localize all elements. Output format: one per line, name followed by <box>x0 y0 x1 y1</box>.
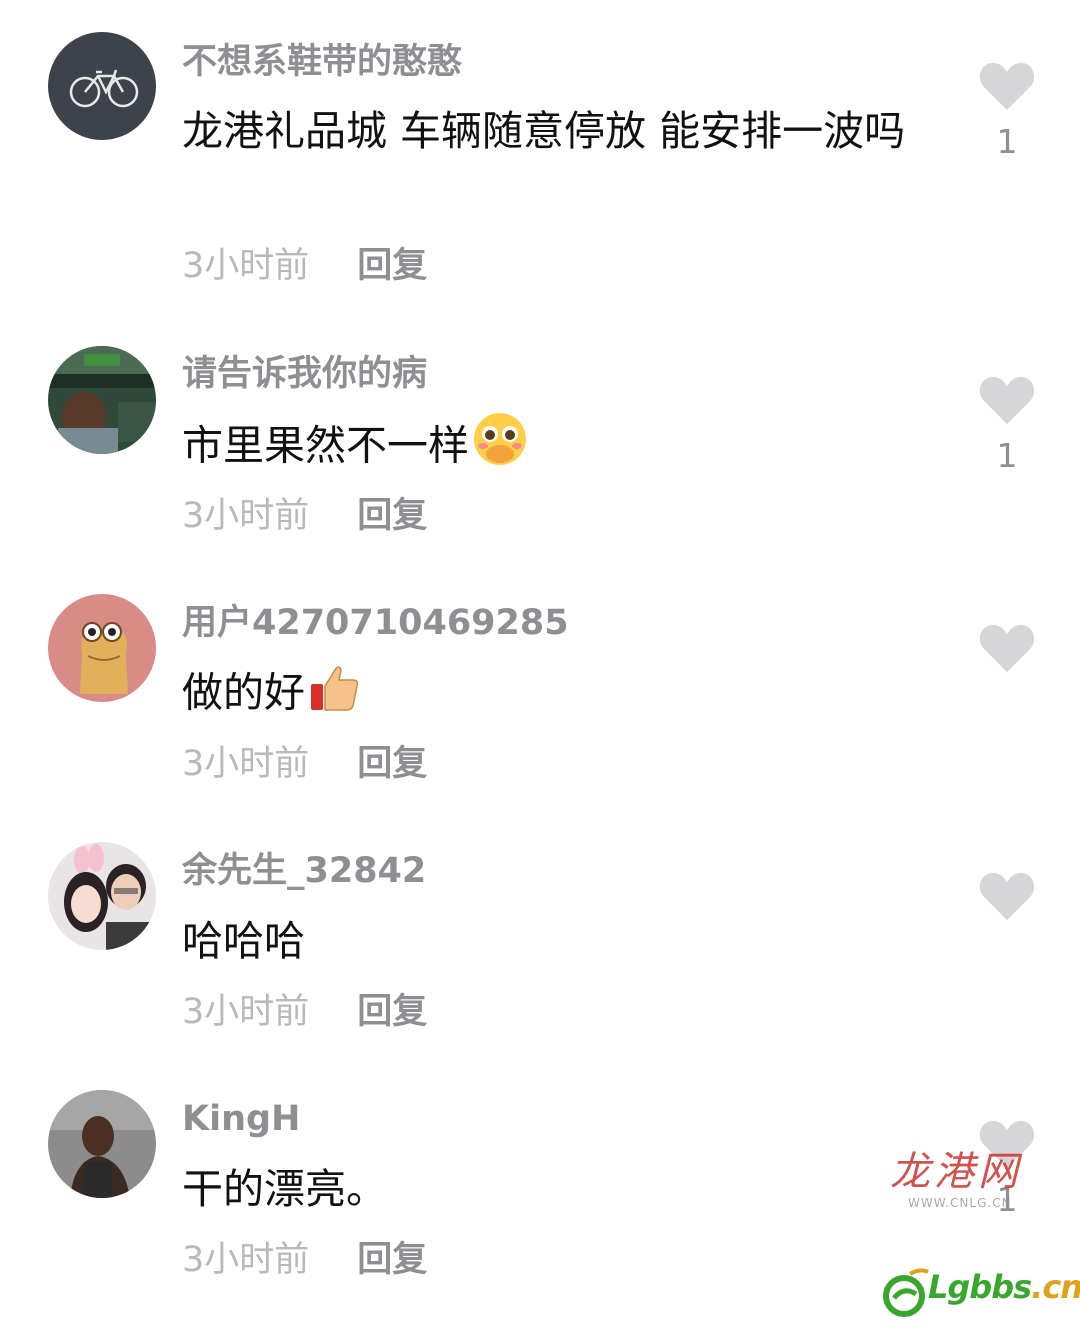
comment-username[interactable]: 不想系鞋带的憨憨 <box>182 40 462 84</box>
comment-username[interactable]: 用户4270710469285 <box>182 601 569 645</box>
lgbbs-logo: Lgbbs.cn <box>880 1262 1080 1322</box>
heart-icon <box>979 873 1035 920</box>
comment-text: 龙港礼品城 车辆随意停放 能安排一波吗 <box>182 107 906 155</box>
like-button[interactable]: 1 <box>978 60 1036 162</box>
comment-username[interactable]: 请告诉我你的病 <box>182 352 427 396</box>
heart-icon <box>979 377 1035 424</box>
heart-icon <box>979 625 1035 672</box>
comment-time: 3小时前 <box>182 992 310 1032</box>
logo-brand: Lgbbs <box>928 1268 1032 1306</box>
comment-time: 3小时前 <box>182 1240 310 1280</box>
cartoon-creature-icon <box>48 594 156 702</box>
reply-button[interactable]: 回复 <box>357 744 427 784</box>
user-avatar[interactable] <box>48 594 156 702</box>
watermark-url: WWW.CNLG.CN <box>908 1196 1012 1210</box>
user-avatar[interactable] <box>48 842 156 950</box>
reply-button[interactable]: 回复 <box>357 992 427 1032</box>
like-button[interactable] <box>978 870 1036 932</box>
comment-text: 做的好 <box>182 668 305 717</box>
like-count: 1 <box>996 436 1018 475</box>
logo-tld: .cn <box>1031 1268 1080 1306</box>
comment-username[interactable]: KingH <box>182 1097 300 1141</box>
bicycle-icon <box>48 32 156 140</box>
comment-meta: 3小时前 回复 <box>182 494 427 538</box>
person-photo-icon <box>48 346 156 454</box>
like-button[interactable] <box>978 622 1036 684</box>
site-watermark: 龙港网 WWW.CNLG.CN <box>890 1148 1040 1210</box>
user-avatar[interactable] <box>48 346 156 454</box>
comment-time: 3小时前 <box>182 246 310 286</box>
user-avatar[interactable] <box>48 32 156 140</box>
logo-swirl-icon <box>883 1268 929 1317</box>
comment-time: 3小时前 <box>182 496 310 536</box>
comment-username[interactable]: 余先生_32842 <box>182 849 426 893</box>
couple-photo-icon <box>48 842 156 950</box>
thumbs-up-emoji-icon <box>307 658 363 733</box>
comment-meta: 3小时前 回复 <box>182 1238 427 1282</box>
heart-icon <box>979 63 1035 110</box>
comment-meta: 3小时前 回复 <box>182 742 427 786</box>
comment-meta: 3小时前 回复 <box>182 244 427 288</box>
comment-text-row: 做的好 <box>182 658 942 733</box>
reply-button[interactable]: 回复 <box>357 1240 427 1280</box>
comment-meta: 3小时前 回复 <box>182 990 427 1034</box>
athlete-photo-icon <box>48 1090 156 1198</box>
comment-text: 哈哈哈 <box>182 917 305 965</box>
like-button[interactable]: 1 <box>978 374 1036 476</box>
comment-text-row: 市里果然不一样 <box>182 410 942 487</box>
comment-time: 3小时前 <box>182 744 310 784</box>
reply-button[interactable]: 回复 <box>357 496 427 536</box>
watermark-text: 龙港网 <box>890 1149 1022 1195</box>
user-avatar[interactable] <box>48 1090 156 1198</box>
logo-text: Lgbbs.cn <box>928 1268 1080 1306</box>
comment-text: 干的漂亮。 <box>182 1165 387 1213</box>
like-count: 1 <box>996 122 1018 161</box>
reply-button[interactable]: 回复 <box>357 246 427 286</box>
comment-text: 市里果然不一样 <box>182 421 469 470</box>
shy-face-emoji-icon <box>471 410 529 487</box>
